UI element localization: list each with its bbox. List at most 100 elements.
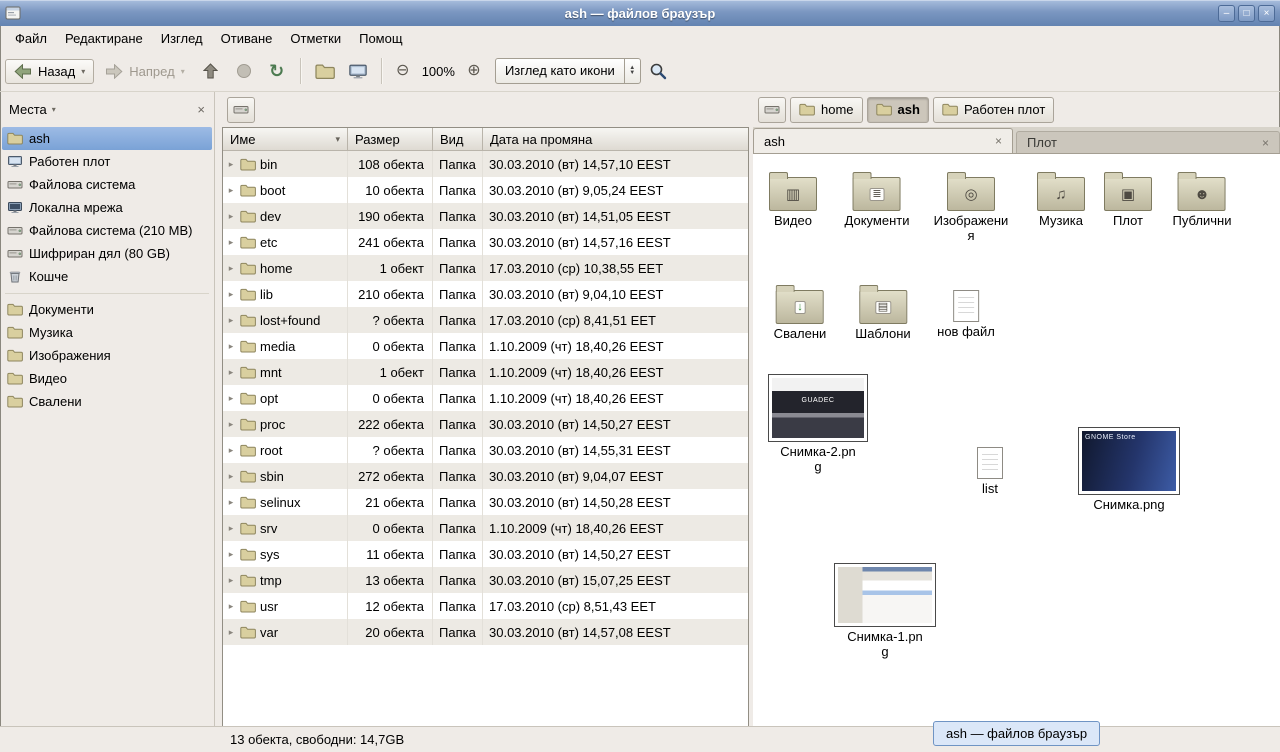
reload-button[interactable]: ↻ <box>262 56 292 86</box>
expander-icon[interactable]: ▸ <box>226 263 236 274</box>
file-row[interactable]: ▸boot10 обектаПапка30.03.2010 (вт) 9,05,… <box>223 177 748 203</box>
column-header[interactable]: Размер <box>348 128 433 151</box>
up-button[interactable] <box>196 56 226 86</box>
expander-icon[interactable]: ▸ <box>226 575 236 586</box>
column-header[interactable]: Дата на промяна <box>483 128 748 151</box>
file-row[interactable]: ▸selinux21 обектаПапка30.03.2010 (вт) 14… <box>223 489 748 515</box>
back-history-dropdown-icon[interactable]: ▾ <box>81 67 85 76</box>
sidebar-item[interactable]: Музика <box>2 321 212 344</box>
expander-icon[interactable]: ▸ <box>226 497 236 508</box>
menu-item[interactable]: Отметки <box>281 28 350 49</box>
sidebar-item[interactable]: Видео <box>2 367 212 390</box>
file-row[interactable]: ▸home1 обектПапка17.03.2010 (ср) 10,38,5… <box>223 255 748 281</box>
expander-icon[interactable]: ▸ <box>226 367 236 378</box>
file-row[interactable]: ▸var20 обектаПапка30.03.2010 (вт) 14,57,… <box>223 619 748 645</box>
icon-item[interactable]: Снимка-1.png <box>834 563 936 659</box>
back-button[interactable]: Назад ▾ <box>5 59 94 84</box>
sidebar-item[interactable]: Шифриран дял (80 GB) <box>2 242 212 265</box>
path-button[interactable]: home <box>790 97 863 123</box>
expander-icon[interactable]: ▸ <box>226 601 236 612</box>
icon-item[interactable]: GNOME StoreСнимка.png <box>1078 427 1180 513</box>
expander-icon[interactable]: ▸ <box>226 445 236 456</box>
expander-icon[interactable]: ▸ <box>226 289 236 300</box>
expander-icon[interactable]: ▸ <box>226 211 236 222</box>
root-path-button[interactable] <box>227 97 255 123</box>
file-row[interactable]: ▸proc222 обектаПапка30.03.2010 (вт) 14,5… <box>223 411 748 437</box>
close-button[interactable]: × <box>1258 5 1275 22</box>
icon-item[interactable]: ◎Изображения <box>933 169 1009 243</box>
zoom-out-button[interactable]: ⊖ <box>391 58 415 84</box>
sidebar-item[interactable]: Свалени <box>2 390 212 413</box>
expander-icon[interactable]: ▸ <box>226 159 236 170</box>
file-row[interactable]: ▸lib210 обектаПапка30.03.2010 (вт) 9,04,… <box>223 281 748 307</box>
expander-icon[interactable]: ▸ <box>226 237 236 248</box>
expander-icon[interactable]: ▸ <box>226 315 236 326</box>
icon-item[interactable]: ▤Шаблони <box>855 282 910 342</box>
spinner-arrows-icon[interactable]: ▲▼ <box>624 59 640 83</box>
path-button[interactable] <box>758 97 786 123</box>
menu-item[interactable]: Отиване <box>212 28 282 49</box>
icon-view[interactable]: ▥Видео ≣Документи ◎Изображения ♫Музика ▣Плот… <box>753 154 1280 726</box>
file-row[interactable]: ▸usr12 обектаПапка17.03.2010 (ср) 8,51,4… <box>223 593 748 619</box>
sidebar-item[interactable]: Документи <box>2 298 212 321</box>
icon-item[interactable]: GUADECСнимка-2.png <box>768 374 868 474</box>
column-header[interactable]: Име▾ <box>223 128 348 151</box>
sidebar-item[interactable]: Изображения <box>2 344 212 367</box>
file-row[interactable]: ▸media0 обектаПапка1.10.2009 (чт) 18,40,… <box>223 333 748 359</box>
list-body[interactable]: ▸bin108 обектаПапка30.03.2010 (вт) 14,57… <box>223 151 748 726</box>
sidebar-item[interactable]: Локална мрежа <box>2 196 212 219</box>
sidebar-item[interactable]: ash <box>2 127 212 150</box>
file-row[interactable]: ▸etc241 обектаПапка30.03.2010 (вт) 14,57… <box>223 229 748 255</box>
sidebar-close-button[interactable]: × <box>197 102 205 117</box>
icon-item[interactable]: ▥Видео <box>769 169 817 229</box>
menu-item[interactable]: Файл <box>6 28 56 49</box>
menu-item[interactable]: Помощ <box>350 28 411 49</box>
taskbar-window-hint[interactable]: ash — файлов браузър <box>933 721 1100 746</box>
expander-icon[interactable]: ▸ <box>226 549 236 560</box>
path-button[interactable]: Работен плот <box>933 97 1054 123</box>
expander-icon[interactable]: ▸ <box>226 185 236 196</box>
pane-splitter[interactable] <box>215 92 222 726</box>
computer-button[interactable] <box>343 56 373 86</box>
icon-item[interactable]: ♫Музика <box>1037 169 1085 229</box>
expander-icon[interactable]: ▸ <box>226 393 236 404</box>
file-row[interactable]: ▸opt0 обектаПапка1.10.2009 (чт) 18,40,26… <box>223 385 748 411</box>
tab-close-icon[interactable]: × <box>1262 136 1269 150</box>
sidebar-item[interactable]: Файлова система <box>2 173 212 196</box>
forward-button[interactable]: Напред ▾ <box>97 60 192 83</box>
minimize-button[interactable]: – <box>1218 5 1235 22</box>
column-header[interactable]: Вид <box>433 128 483 151</box>
expander-icon[interactable]: ▸ <box>226 627 236 638</box>
tab[interactable]: Плот× <box>1016 131 1280 153</box>
tab-close-icon[interactable]: × <box>995 134 1002 148</box>
search-button[interactable] <box>644 56 674 86</box>
home-button[interactable] <box>310 56 340 86</box>
file-row[interactable]: ▸sbin272 обектаПапка30.03.2010 (вт) 9,04… <box>223 463 748 489</box>
file-row[interactable]: ▸sys11 обектаПапка30.03.2010 (вт) 14,50,… <box>223 541 748 567</box>
path-button[interactable]: ash <box>867 97 929 123</box>
sidebar-item[interactable]: Файлова система (210 MB) <box>2 219 212 242</box>
titlebar[interactable]: ash — файлов браузър – □ × <box>0 0 1280 26</box>
menu-item[interactable]: Редактиране <box>56 28 152 49</box>
file-row[interactable]: ▸lost+found? обектаПапка17.03.2010 (ср) … <box>223 307 748 333</box>
file-row[interactable]: ▸bin108 обектаПапка30.03.2010 (вт) 14,57… <box>223 151 748 177</box>
zoom-in-button[interactable]: ⊕ <box>462 58 486 84</box>
file-row[interactable]: ▸root? обектаПапка30.03.2010 (вт) 14,55,… <box>223 437 748 463</box>
icon-item[interactable]: ≣Документи <box>845 169 910 229</box>
view-mode-select[interactable]: Изглед като икони ▲▼ <box>495 58 641 84</box>
icon-item[interactable]: ☻Публични <box>1173 169 1232 229</box>
sidebar-title[interactable]: Места <box>9 102 47 117</box>
icon-item[interactable]: нов файл <box>937 286 995 340</box>
menu-item[interactable]: Изглед <box>152 28 212 49</box>
expander-icon[interactable]: ▸ <box>226 471 236 482</box>
expander-icon[interactable]: ▸ <box>226 419 236 430</box>
file-row[interactable]: ▸srv0 обектаПапка1.10.2009 (чт) 18,40,26… <box>223 515 748 541</box>
icon-item[interactable]: ▣Плот <box>1104 169 1152 229</box>
tab[interactable]: ash× <box>753 128 1013 153</box>
icon-item[interactable]: list <box>977 443 1003 497</box>
maximize-button[interactable]: □ <box>1238 5 1255 22</box>
file-row[interactable]: ▸tmp13 обектаПапка30.03.2010 (вт) 15,07,… <box>223 567 748 593</box>
expander-icon[interactable]: ▸ <box>226 341 236 352</box>
sidebar-item[interactable]: Кошче <box>2 265 212 288</box>
file-row[interactable]: ▸dev190 обектаПапка30.03.2010 (вт) 14,51… <box>223 203 748 229</box>
